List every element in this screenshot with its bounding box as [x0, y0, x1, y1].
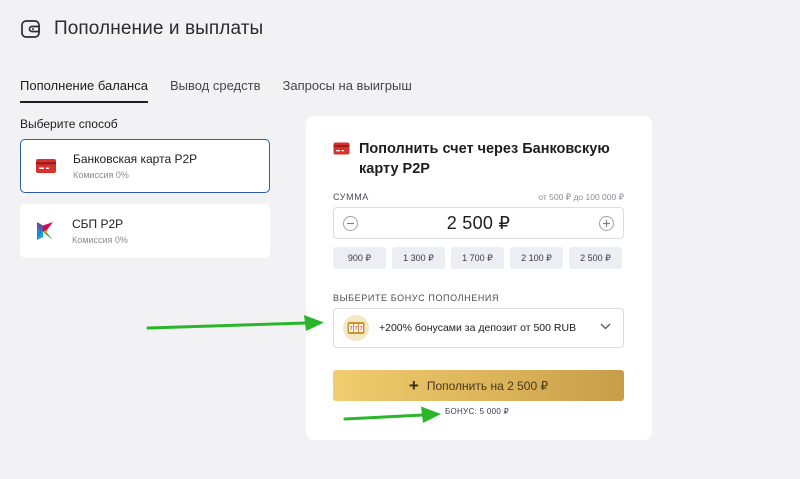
preset-amount-button[interactable]: 1 700 ₽ — [451, 247, 504, 269]
bonus-amount-note: БОНУС: 5 000 ₽ — [445, 407, 509, 416]
amount-presets: 900 ₽ 1 300 ₽ 1 700 ₽ 2 100 ₽ 2 500 ₽ — [333, 247, 622, 269]
preset-amount-button[interactable]: 1 300 ₽ — [392, 247, 445, 269]
method-name: Банковская карта P2P — [73, 152, 198, 166]
bonus-select[interactable]: 7 7 7 +200% бонусами за депозит от 500 R… — [333, 308, 624, 348]
method-fee: Комиссия 0% — [73, 170, 129, 180]
green-arrow-icon — [343, 406, 441, 423]
preset-amount-button[interactable]: 2 100 ₽ — [510, 247, 563, 269]
minus-icon — [347, 222, 354, 225]
deposit-button-label: Пополнить на 2 500 ₽ — [426, 378, 549, 393]
svg-text:7: 7 — [354, 326, 358, 333]
tab-win-requests[interactable]: Запросы на выигрыш — [282, 78, 411, 103]
tab-withdraw[interactable]: Вывод средств — [170, 78, 261, 103]
deposit-panel: Пополнить счет через Банковскую карту P2… — [306, 116, 652, 440]
tab-deposit[interactable]: Пополнение баланса — [20, 78, 148, 103]
bank-card-icon — [333, 142, 350, 155]
chevron-down-icon — [600, 323, 611, 330]
svg-text:7: 7 — [349, 326, 353, 333]
method-sbp[interactable]: СБП P2P Комиссия 0% — [20, 204, 270, 258]
method-bank-card[interactable]: Банковская карта P2P Комиссия 0% — [20, 139, 270, 193]
bank-card-icon — [36, 159, 56, 173]
plus-icon — [603, 220, 610, 227]
slot-icon: 7 7 7 — [343, 315, 369, 341]
page-title: Пополнение и выплаты — [54, 18, 264, 39]
decrease-amount-button[interactable] — [343, 216, 358, 231]
sbp-icon — [37, 222, 53, 240]
preset-amount-button[interactable]: 2 500 ₽ — [569, 247, 622, 269]
deposit-button[interactable]: + Пополнить на 2 500 ₽ — [333, 370, 624, 401]
tab-bar: Пополнение баланса Вывод средств Запросы… — [20, 78, 412, 103]
plus-icon: + — [408, 376, 419, 395]
method-heading: Выберите способ — [20, 117, 118, 131]
bonus-label: ВЫБЕРИТЕ БОНУС ПОПОЛНЕНИЯ — [333, 293, 500, 303]
bonus-option: +200% бонусами за депозит от 500 RUB — [379, 322, 577, 334]
method-name: СБП P2P — [72, 217, 124, 231]
increase-amount-button[interactable] — [599, 216, 614, 231]
svg-text:7: 7 — [359, 326, 363, 333]
amount-range: от 500 ₽ до 100 000 ₽ — [538, 192, 624, 202]
method-fee: Комиссия 0% — [72, 235, 128, 245]
amount-label: СУММА — [333, 192, 369, 202]
page-header: Пополнение и выплаты — [20, 18, 263, 40]
amount-value: 2 500 ₽ — [446, 212, 511, 233]
panel-title: Пополнить счет через Банковскую карту P2… — [359, 141, 610, 177]
preset-amount-button[interactable]: 900 ₽ — [333, 247, 386, 269]
green-arrow-icon — [146, 315, 324, 331]
amount-input[interactable]: 2 500 ₽ — [333, 207, 624, 239]
wallet-icon — [21, 20, 40, 38]
